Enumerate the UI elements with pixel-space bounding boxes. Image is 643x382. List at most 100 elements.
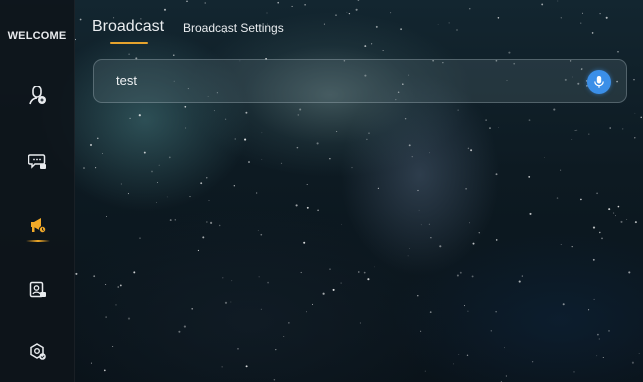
sidebar-item-contact-card[interactable]	[20, 272, 56, 308]
star	[485, 119, 487, 121]
star	[521, 275, 523, 277]
star	[571, 245, 573, 248]
star	[346, 11, 348, 13]
star	[143, 151, 146, 154]
star	[197, 249, 199, 252]
star	[245, 365, 248, 368]
star	[208, 199, 210, 201]
star	[418, 209, 420, 211]
star	[296, 146, 299, 149]
star	[128, 53, 130, 56]
star	[357, 0, 360, 1]
star	[178, 330, 181, 333]
welcome-title: WELCOME	[7, 30, 67, 42]
star	[489, 127, 491, 129]
star	[634, 137, 636, 139]
star	[261, 159, 263, 160]
star	[258, 276, 260, 278]
star	[469, 8, 471, 10]
star	[596, 355, 598, 357]
star	[156, 202, 157, 203]
star	[497, 17, 500, 19]
star	[457, 109, 459, 111]
star	[580, 22, 582, 24]
star	[364, 45, 367, 48]
star	[280, 162, 283, 165]
star	[553, 108, 556, 111]
star	[430, 237, 432, 239]
star	[224, 118, 227, 120]
microphone-icon	[594, 76, 604, 88]
star	[634, 221, 637, 224]
star	[283, 336, 285, 337]
star	[245, 111, 248, 114]
star	[465, 187, 467, 190]
star	[186, 0, 188, 3]
star	[358, 271, 360, 273]
star	[300, 271, 302, 274]
chat-icon	[28, 154, 46, 169]
star	[248, 161, 250, 163]
star	[518, 280, 521, 283]
star	[261, 132, 263, 134]
broadcast-text-input[interactable]: test	[93, 59, 627, 103]
star	[275, 348, 277, 351]
star	[311, 303, 314, 305]
star	[115, 304, 117, 306]
star	[429, 311, 432, 313]
star	[467, 310, 469, 312]
star	[336, 130, 338, 132]
star	[599, 231, 601, 234]
star	[571, 138, 573, 140]
star	[609, 127, 611, 129]
star	[151, 170, 153, 173]
tab-broadcast[interactable]: Broadcast	[92, 18, 164, 36]
star	[593, 298, 595, 300]
star	[299, 108, 302, 111]
star	[355, 8, 358, 11]
tab-broadcast-settings[interactable]: Broadcast Settings	[183, 21, 284, 35]
sidebar-item-settings[interactable]	[20, 334, 56, 370]
star	[363, 271, 366, 274]
star	[459, 271, 462, 274]
star	[106, 216, 107, 217]
star	[185, 127, 187, 129]
star	[408, 144, 411, 147]
star	[257, 230, 259, 231]
star	[437, 24, 439, 25]
star	[323, 23, 325, 25]
star	[129, 117, 131, 120]
sidebar-item-chat[interactable]	[20, 144, 56, 180]
star	[495, 173, 498, 176]
star	[305, 311, 308, 313]
star	[79, 18, 82, 21]
star	[367, 278, 370, 281]
sidebar-item-voice-user[interactable]	[20, 78, 56, 114]
star	[471, 275, 474, 278]
star	[464, 305, 465, 307]
star	[127, 193, 129, 195]
star	[448, 22, 450, 24]
star	[206, 221, 208, 223]
star	[531, 361, 534, 363]
active-tab-underline	[110, 42, 148, 44]
star	[168, 156, 171, 159]
microphone-button[interactable]	[587, 70, 611, 94]
star	[200, 182, 203, 185]
star	[428, 223, 430, 225]
settings-icon	[30, 343, 46, 360]
star	[221, 366, 223, 368]
star	[266, 12, 268, 14]
sidebar-item-broadcast[interactable]	[20, 208, 56, 244]
star	[633, 78, 635, 81]
star	[329, 268, 331, 270]
star	[374, 266, 376, 268]
star	[556, 197, 559, 199]
star	[581, 12, 584, 14]
star	[322, 292, 325, 295]
star	[382, 49, 384, 51]
star	[303, 241, 306, 244]
star	[173, 54, 175, 57]
star	[562, 303, 565, 306]
star	[560, 244, 562, 245]
